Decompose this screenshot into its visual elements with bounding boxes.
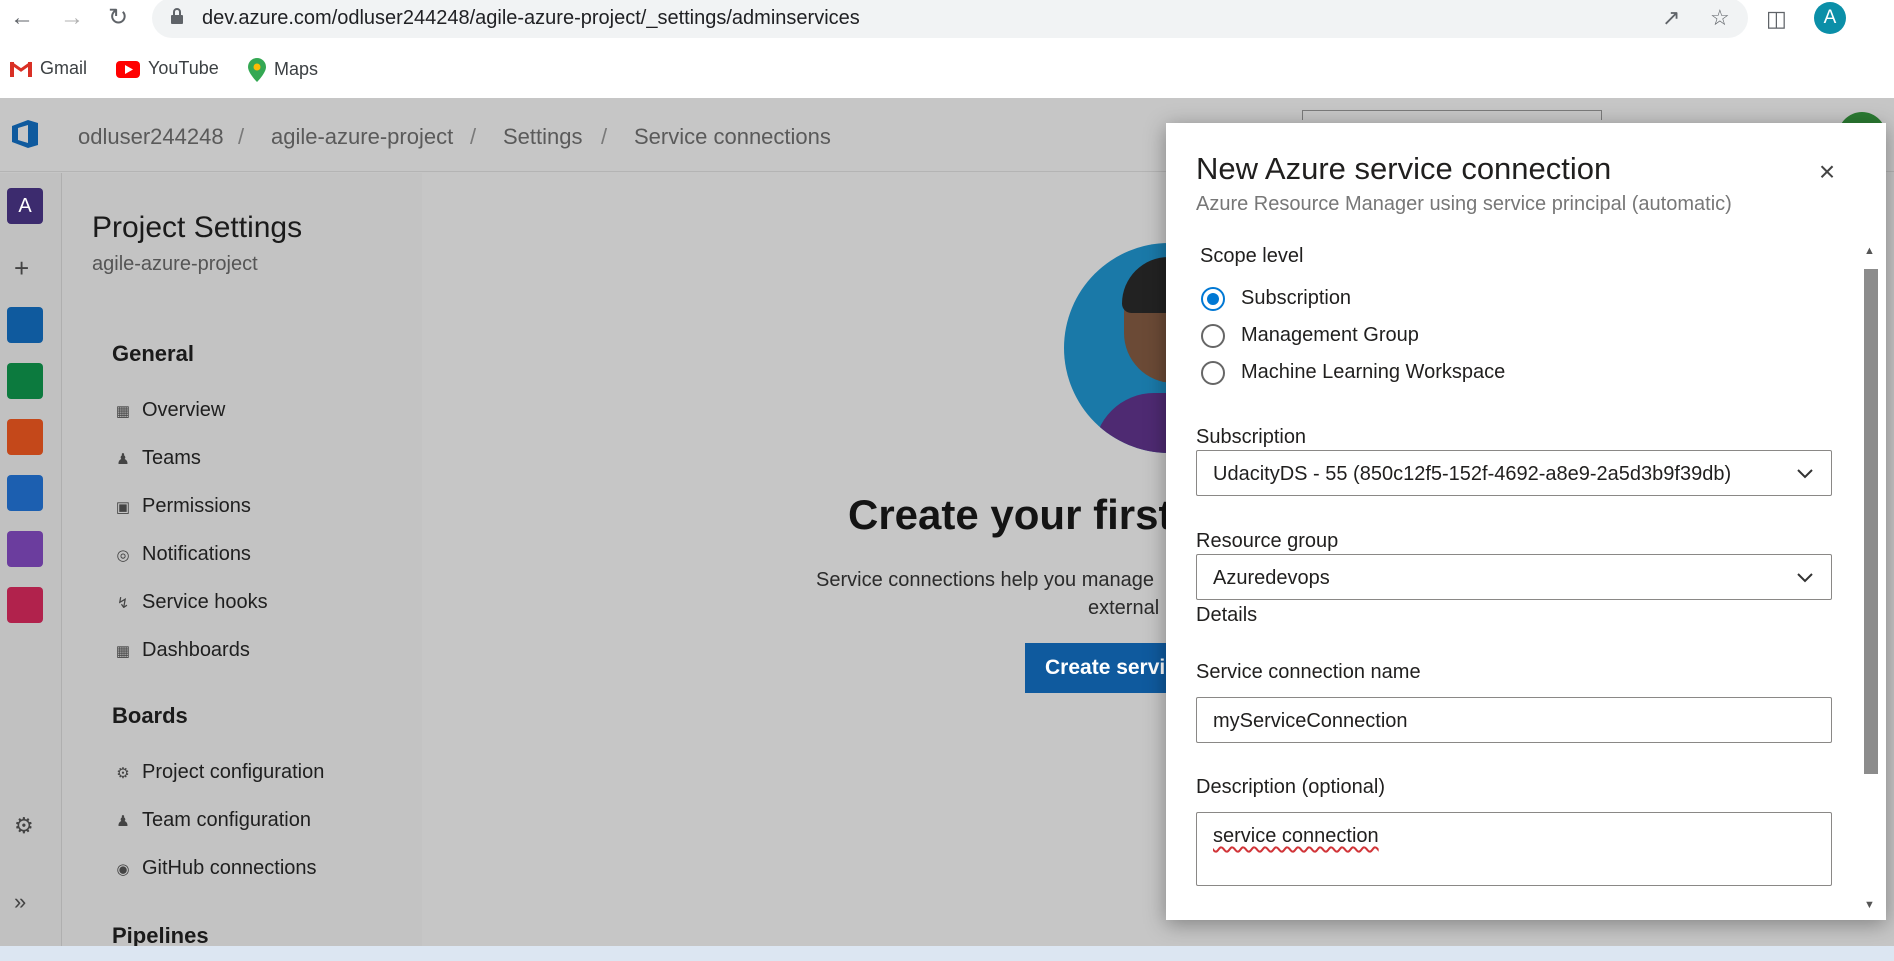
new-service-connection-dialog: New Azure service connection Azure Resou…: [1166, 123, 1886, 920]
nav-teams[interactable]: ♟ Teams: [114, 447, 201, 470]
dialog-scrollbar-thumb[interactable]: [1864, 269, 1878, 774]
project-settings-panel: Project Settings agile-azure-project Gen…: [62, 173, 480, 948]
artifacts-icon[interactable]: [7, 587, 43, 623]
nav-permissions[interactable]: ▣ Permissions: [114, 495, 251, 518]
section-general: General: [112, 341, 194, 366]
os-taskbar: [0, 946, 1894, 961]
url-text: dev.azure.com/odluser244248/agile-azure-…: [202, 7, 860, 29]
breadcrumb-org[interactable]: odluser244248: [78, 124, 224, 150]
lock-icon: [171, 8, 183, 24]
empty-state-description: Service connections help you manage: [816, 569, 1154, 591]
bookmark-gmail[interactable]: Gmail: [10, 58, 87, 79]
test-plans-icon[interactable]: [7, 531, 43, 567]
breadcrumb-separator: /: [470, 124, 477, 149]
scroll-down-icon[interactable]: ▼: [1864, 899, 1875, 911]
close-icon[interactable]: ×: [1812, 157, 1842, 187]
forward-icon[interactable]: →: [58, 4, 86, 32]
team-configuration-icon: ♟: [116, 813, 130, 830]
nav-dashboards[interactable]: ▦ Dashboards: [114, 639, 250, 662]
service-connection-name-input[interactable]: myServiceConnection: [1196, 697, 1832, 743]
nav-overview[interactable]: ▦ Overview: [114, 399, 225, 422]
service-connection-name-label: Service connection name: [1196, 661, 1421, 683]
breadcrumb-separator: /: [601, 124, 608, 149]
section-boards: Boards: [112, 703, 188, 728]
profile-avatar[interactable]: A: [1814, 2, 1846, 34]
breadcrumb-project[interactable]: agile-azure-project: [271, 124, 453, 150]
description-textarea[interactable]: service connection: [1196, 812, 1832, 886]
create-service-connection-button[interactable]: Create servic: [1025, 643, 1185, 693]
address-bar[interactable]: dev.azure.com/odluser244248/agile-azure-…: [152, 0, 1748, 38]
youtube-icon: [116, 60, 140, 78]
dialog-subtitle: Azure Resource Manager using service pri…: [1196, 193, 1732, 215]
subscription-dropdown[interactable]: UdacityDS - 55 (850c12f5-152f-4692-a8e9-…: [1196, 450, 1832, 496]
reload-icon[interactable]: ↻: [104, 4, 132, 32]
subscription-value: UdacityDS - 55 (850c12f5-152f-4692-a8e9-…: [1213, 463, 1732, 485]
project-settings-title: Project Settings: [92, 211, 303, 244]
overview-icon[interactable]: [7, 307, 43, 343]
pipelines-icon[interactable]: [7, 475, 43, 511]
dialog-title: New Azure service connection: [1196, 151, 1612, 186]
empty-state-title: Create your first s: [848, 491, 1208, 538]
azure-devops-logo-icon[interactable]: [8, 116, 44, 152]
radio-button-checked[interactable]: [1201, 287, 1225, 311]
back-icon[interactable]: ←: [8, 4, 36, 32]
nav-notifications[interactable]: ◎ Notifications: [114, 543, 250, 566]
subscription-label: Subscription: [1196, 426, 1307, 448]
nav-github-connections[interactable]: ◉ GitHub connections: [114, 857, 316, 880]
empty-state-description-2: external: [1088, 597, 1160, 619]
resource-group-dropdown[interactable]: Azuredevops: [1196, 554, 1832, 600]
left-navigation-rail: A + ⚙ »: [0, 173, 62, 946]
new-icon[interactable]: +: [14, 253, 29, 284]
breadcrumb-settings[interactable]: Settings: [503, 124, 583, 150]
overview-icon: ▦: [115, 403, 131, 420]
radio-button[interactable]: [1201, 361, 1225, 385]
scroll-up-icon[interactable]: ▲: [1864, 245, 1875, 257]
scope-level-label: Scope level: [1200, 245, 1304, 267]
resource-group-value: Azuredevops: [1213, 567, 1330, 589]
dashboards-icon: ▦: [115, 643, 131, 660]
settings-icon[interactable]: ⚙: [14, 813, 34, 839]
nav-service-hooks[interactable]: ↯ Service hooks: [114, 591, 268, 614]
repos-icon[interactable]: [7, 419, 43, 455]
details-heading: Details: [1196, 604, 1258, 626]
share-icon[interactable]: ↗: [1662, 5, 1680, 31]
nav-team-configuration[interactable]: ♟ Team configuration: [114, 809, 311, 832]
project-configuration-icon: ⚙: [116, 765, 130, 782]
resource-group-label: Resource group: [1196, 530, 1339, 552]
bookmark-youtube[interactable]: YouTube: [116, 58, 219, 79]
browser-toolbar: ← → ↻ dev.azure.com/odluser244248/agile-…: [0, 0, 1894, 98]
notification-icon: ◎: [116, 547, 130, 564]
bookmark-maps[interactable]: Maps: [248, 58, 318, 82]
github-icon: ◉: [116, 861, 130, 878]
nav-project-configuration[interactable]: ⚙ Project configuration: [114, 761, 324, 784]
breadcrumb-service-connections[interactable]: Service connections: [634, 124, 831, 150]
chevron-down-icon: [1797, 573, 1813, 583]
description-label: Description (optional): [1196, 776, 1385, 798]
side-panel-icon[interactable]: ◫: [1766, 6, 1787, 32]
lock-icon: ▣: [115, 499, 131, 516]
bookmark-star-icon[interactable]: ☆: [1710, 5, 1730, 31]
radio-button[interactable]: [1201, 324, 1225, 348]
gmail-icon: [10, 62, 32, 78]
teams-icon: ♟: [116, 451, 130, 468]
org-avatar[interactable]: A: [7, 188, 43, 224]
project-name: agile-azure-project: [92, 253, 258, 275]
search-box[interactable]: [1302, 110, 1602, 120]
maps-icon: [248, 58, 266, 82]
expand-icon[interactable]: »: [14, 889, 26, 915]
service-hooks-icon: ↯: [116, 595, 130, 612]
breadcrumb-separator: /: [238, 124, 245, 149]
boards-icon[interactable]: [7, 363, 43, 399]
chevron-down-icon: [1797, 469, 1813, 479]
